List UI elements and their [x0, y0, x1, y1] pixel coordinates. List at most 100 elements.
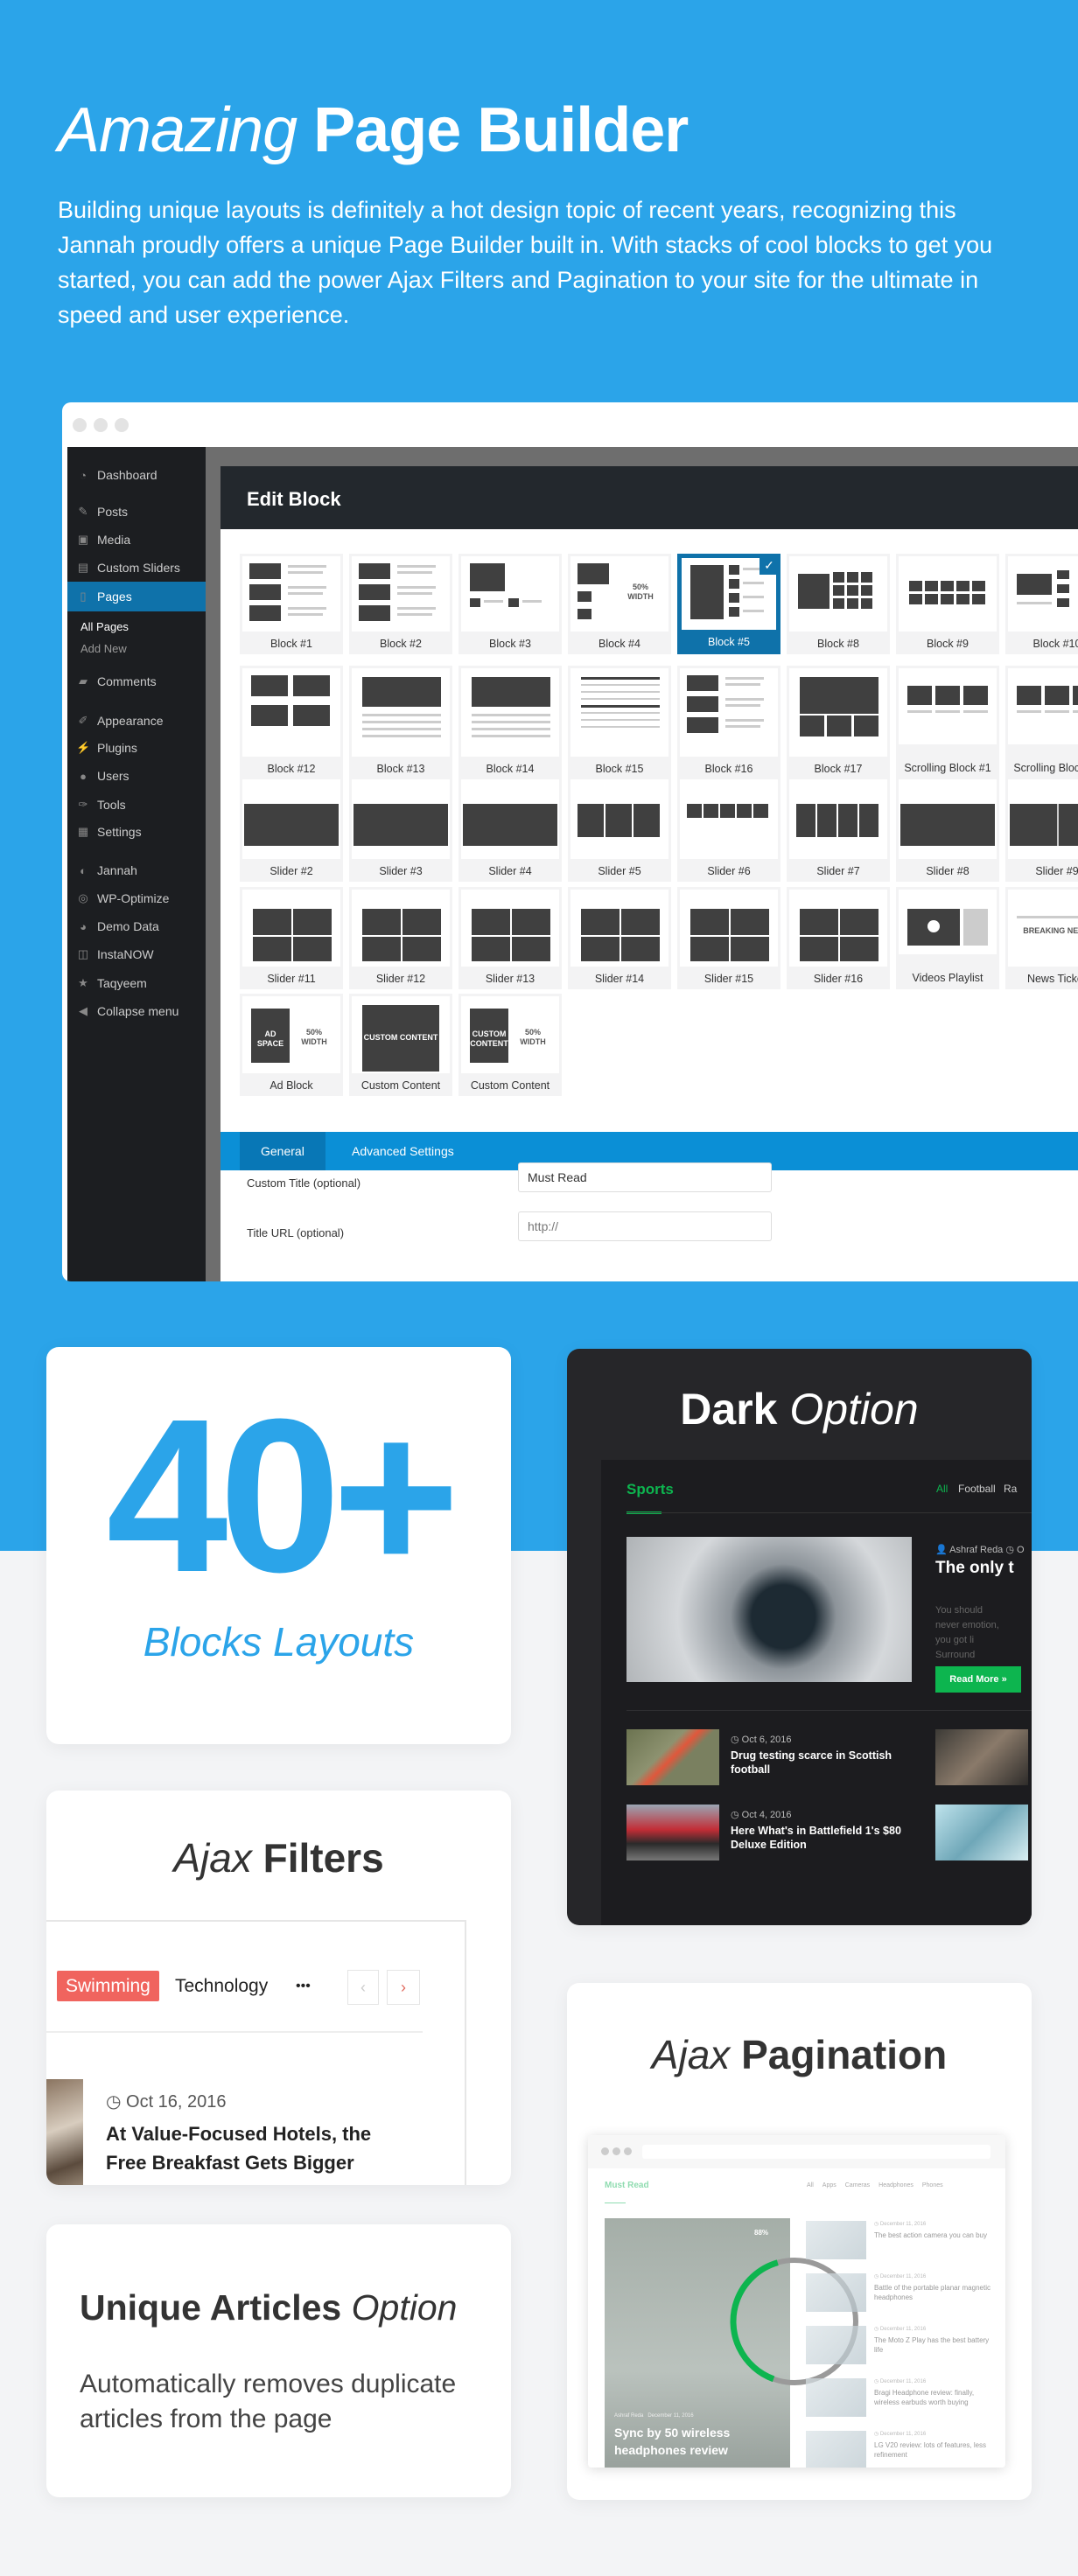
sidebar-item-demo-data[interactable]: ◕ Demo Data [76, 919, 159, 933]
block-tile-block-9[interactable]: Block #9 [896, 554, 999, 654]
post-title[interactable]: Battle of the portable planar magnetic h… [874, 2283, 997, 2302]
block-label: Slider #7 [816, 865, 860, 877]
block-tile-scrolling-block-2[interactable]: Scrolling Block #2 [1005, 666, 1078, 779]
block-tile-block-17[interactable]: Block #17 [787, 666, 890, 779]
browser-window: ◔ Dashboard ✎ Posts ▣ Media ▤ Custom Sliders ▯ Pa… [62, 402, 1078, 1281]
sidebar-item-users[interactable]: ● Users [76, 769, 130, 783]
block-tile-slider-2[interactable]: Slider #2 [240, 777, 343, 882]
sidebar-item-taqyeem[interactable]: ★ Taqyeem [76, 976, 147, 990]
post-thumbnail[interactable] [626, 1805, 719, 1860]
block-tile-slider-5[interactable]: Slider #5 [568, 777, 671, 882]
post-thumbnail[interactable] [46, 2079, 83, 2185]
block-tile-slider-6[interactable]: Slider #6 [677, 777, 780, 882]
featured-title[interactable]: The only thing hard luck is [935, 1558, 1014, 1579]
post-thumbnail[interactable] [626, 1729, 719, 1785]
block-tile-block-15[interactable]: Block #15 [568, 666, 671, 779]
block-tile-slider-14[interactable]: Slider #14 [568, 887, 671, 989]
block-tile-slider-4[interactable]: Slider #4 [458, 777, 562, 882]
filter-item[interactable]: All [807, 2182, 814, 2189]
more-filters-icon[interactable]: ••• [296, 1971, 311, 2001]
tab-general[interactable]: General [240, 1132, 326, 1170]
post-title[interactable]: The best action camera you can buy [874, 2230, 997, 2240]
sidebar-item-posts[interactable]: ✎ Posts [76, 505, 128, 519]
sidebar-item-plugins[interactable]: ⚡ Plugins [76, 741, 137, 755]
post-thumbnail[interactable] [806, 2221, 866, 2259]
post-title[interactable]: LG V20 review: lots of features, less re… [874, 2440, 997, 2460]
filter-item[interactable]: Phones [922, 2182, 943, 2189]
post-title[interactable]: Drug testing scarce in Scottish football [731, 1749, 910, 1777]
sidebar-item-tools[interactable]: ✑ Tools [76, 798, 126, 812]
post-thumbnail[interactable] [806, 2431, 866, 2468]
block-tile-block-4[interactable]: 50% WIDTH Block #4 [568, 554, 671, 654]
filter-tag-active[interactable]: Swimming [57, 1971, 159, 2001]
block-tile-slider-12[interactable]: Slider #12 [349, 887, 452, 989]
block-tile-slider-3[interactable]: Slider #3 [349, 777, 452, 882]
sidebar-item-comments[interactable]: ▰ Comments [76, 674, 157, 688]
clock-icon: ◷ [1005, 1545, 1014, 1555]
block-tile-block-12[interactable]: Block #12 [240, 666, 343, 779]
post-title[interactable]: Bragi Headphone review: finally, wireles… [874, 2388, 997, 2407]
block-tile-videos-playlist[interactable]: Videos Playlist [896, 887, 999, 989]
filter-football[interactable]: Football [958, 1483, 996, 1495]
block-tile-block-2[interactable]: Block #2 [349, 554, 452, 654]
sidebar-item-settings[interactable]: ▦ Settings [76, 825, 142, 839]
sidebar-item-all-pages[interactable]: All Pages [80, 620, 129, 633]
filter-all[interactable]: All [936, 1483, 948, 1495]
post-thumbnail[interactable] [806, 2378, 866, 2417]
block-tile-slider-8[interactable]: Slider #8 [896, 777, 999, 882]
sidebar-item-appearance[interactable]: ✐ Appearance [76, 714, 164, 728]
block-tile-block-13[interactable]: Block #13 [349, 666, 452, 779]
block-tile-slider-13[interactable]: Slider #13 [458, 887, 562, 989]
sidebar-item-wp-optimize[interactable]: ◎ WP-Optimize [76, 891, 169, 905]
read-more-button[interactable]: Read More » [935, 1666, 1021, 1693]
post-thumbnail[interactable] [935, 1729, 1028, 1785]
filter-more[interactable]: Ra [1004, 1483, 1017, 1495]
block-tile-block-16[interactable]: Block #16 [677, 666, 780, 779]
filter-item[interactable]: Headphones [878, 2182, 914, 2189]
block-tile-news-ticker[interactable]: BREAKING NEWS News Ticker [1005, 887, 1078, 989]
block-tile-slider-7[interactable]: Slider #7 [787, 777, 890, 882]
address-bar[interactable] [642, 2145, 990, 2159]
block-tile-slider-15[interactable]: Slider #15 [677, 887, 780, 989]
filter-item[interactable]: Cameras [845, 2182, 870, 2189]
custom-title-input[interactable]: Must Read [518, 1162, 772, 1192]
sidebar-item-dashboard[interactable]: ◔ Dashboard [76, 468, 157, 482]
block-tile-block-3[interactable]: Block #3 [458, 554, 562, 654]
next-arrow-button[interactable]: › [387, 1970, 420, 2005]
block-tile-slider-16[interactable]: Slider #16 [787, 887, 890, 989]
sidebar-item-pages[interactable]: ▯ Pages [76, 590, 131, 604]
block-tile-slider-11[interactable]: Slider #11 [240, 887, 343, 989]
post-title[interactable]: Here What's in Battlefield 1's $80 Delux… [731, 1824, 910, 1852]
block-tile-custom-content[interactable]: CUSTOM CONTENT Custom Content [349, 994, 452, 1096]
sidebar-item-instanow[interactable]: ◫ InstaNOW [76, 947, 154, 961]
featured-image[interactable] [626, 1537, 912, 1682]
block-tile-custom-content[interactable]: CUSTOM CONTENT 50% WIDTH Custom Content [458, 994, 562, 1096]
featured-title[interactable]: Sync by 50 wireless headphones review [614, 2424, 772, 2459]
sidebar-item-jannah[interactable]: ◐ Jannah [76, 863, 137, 877]
tab-advanced-settings[interactable]: Advanced Settings [331, 1132, 475, 1170]
filter-tag[interactable]: Technology [175, 1971, 268, 2001]
block-tile-scrolling-block-1[interactable]: Scrolling Block #1 [896, 666, 999, 779]
filter-item[interactable]: Apps [822, 2182, 836, 2189]
sidebar-item-collapse-menu[interactable]: ◀ Collapse menu [76, 1004, 178, 1018]
post-title[interactable]: At Value-Focused Hotels, the Free Breakf… [106, 2119, 412, 2177]
thumb-shape [725, 704, 760, 707]
post-title[interactable]: The Moto Z Play has the best battery lif… [874, 2335, 997, 2355]
sidebar-item-custom-sliders[interactable]: ▤ Custom Sliders [76, 561, 180, 575]
block-thumbnail [242, 556, 340, 632]
block-tile-block-1[interactable]: Block #1 [240, 554, 343, 654]
sidebar-item-media[interactable]: ▣ Media [76, 533, 130, 547]
block-tile-block-8[interactable]: Block #8 [787, 554, 890, 654]
block-tile-block-5[interactable]: Block #5 ✓ [677, 554, 780, 654]
post-thumbnail[interactable] [935, 1805, 1028, 1860]
post-thumbnail[interactable] [806, 2273, 866, 2312]
block-tile-block-10[interactable]: Block #10 [1005, 554, 1078, 654]
block-tile-block-14[interactable]: Block #14 [458, 666, 562, 779]
prev-arrow-button[interactable]: ‹ [347, 1970, 379, 2005]
post-thumbnail[interactable] [806, 2326, 866, 2364]
thumb-shape [690, 565, 724, 619]
block-tile-ad-block[interactable]: AD SPACE 50% WIDTH Ad Block [240, 994, 343, 1096]
block-tile-slider-9[interactable]: Slider #9 [1005, 777, 1078, 882]
sidebar-item-add-new[interactable]: Add New [80, 642, 127, 655]
title-url-input[interactable]: http:// [518, 1211, 772, 1241]
